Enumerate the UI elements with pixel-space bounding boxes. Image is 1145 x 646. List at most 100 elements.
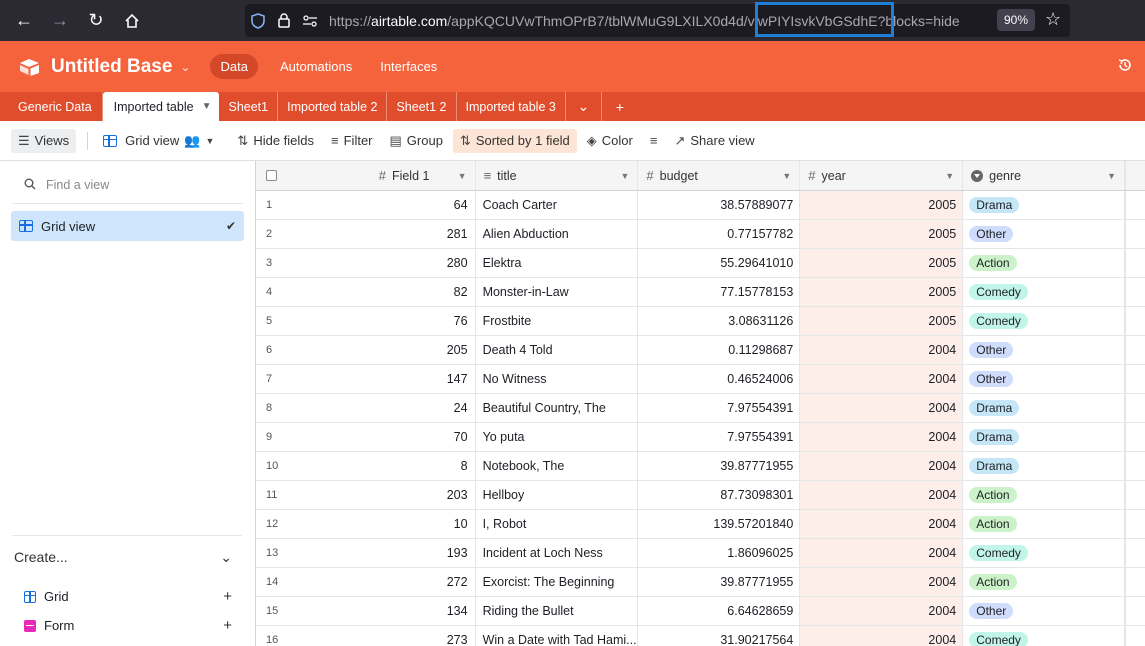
cell-partial[interactable] [1125, 539, 1145, 567]
table-row[interactable]: 13 193 Incident at Loch Ness 1.86096025 2004… [256, 539, 1145, 568]
add-table-plus-icon[interactable]: + [602, 92, 638, 121]
cell-field1[interactable]: 280 [313, 249, 476, 277]
table-tab-sheet1[interactable]: Sheet1 [219, 92, 279, 121]
filter-button[interactable]: ≡ Filter [324, 129, 379, 152]
column-header-partial[interactable] [1125, 161, 1145, 190]
table-row[interactable]: 5 76 Frostbite 3.08631126 2005 Comedy [256, 307, 1145, 336]
chevron-down-icon[interactable]: ▼ [782, 171, 791, 181]
cell-field1[interactable]: 70 [313, 423, 476, 451]
table-row[interactable]: 8 24 Beautiful Country, The 7.97554391 2004 D… [256, 394, 1145, 423]
permissions-icon[interactable] [297, 14, 323, 27]
create-section-header[interactable]: Create... ⌄ [14, 549, 232, 566]
column-header-genre[interactable]: genre ▼ [963, 161, 1126, 190]
cell-partial[interactable] [1125, 365, 1145, 393]
column-header-title[interactable]: ≡ title ▼ [475, 161, 639, 190]
chevron-down-icon[interactable]: ▼ [945, 171, 954, 181]
cell-field1[interactable]: 24 [313, 394, 476, 422]
zoom-level-badge[interactable]: 90% [997, 9, 1035, 31]
cell-title[interactable]: Riding the Bullet [476, 597, 639, 625]
group-button[interactable]: ▤ Group [383, 129, 450, 153]
table-row[interactable]: 9 70 Yo puta 7.97554391 2004 Drama [256, 423, 1145, 452]
cell-budget[interactable]: 39.87771955 [638, 452, 801, 480]
cell-year[interactable]: 2004 [800, 336, 964, 364]
table-row[interactable]: 12 10 I, Robot 139.57201840 2004 Action [256, 510, 1145, 539]
cell-budget[interactable]: 0.11298687 [638, 336, 801, 364]
cell-partial[interactable] [1125, 336, 1145, 364]
cell-field1[interactable]: 205 [313, 336, 476, 364]
cell-title[interactable]: Death 4 Told [476, 336, 639, 364]
cell-title[interactable]: No Witness [476, 365, 639, 393]
cell-title[interactable]: Coach Carter [476, 191, 639, 219]
cell-field1[interactable]: 203 [313, 481, 476, 509]
table-row[interactable]: 7 147 No Witness 0.46524006 2004 Other [256, 365, 1145, 394]
cell-field1[interactable]: 76 [313, 307, 476, 335]
cell-genre[interactable]: Comedy [963, 539, 1126, 567]
reload-icon[interactable]: ↻ [78, 0, 114, 41]
sort-button[interactable]: ⇅ Sorted by 1 field [452, 128, 577, 153]
cell-partial[interactable] [1125, 278, 1145, 306]
cell-budget[interactable]: 0.46524006 [638, 365, 801, 393]
cell-year[interactable]: 2004 [800, 423, 964, 451]
cell-genre[interactable]: Other [963, 336, 1126, 364]
table-tab-imported-table[interactable]: Imported table ▼ [102, 92, 220, 121]
cell-partial[interactable] [1125, 394, 1145, 422]
cell-partial[interactable] [1125, 510, 1145, 538]
cell-title[interactable]: Notebook, The [476, 452, 639, 480]
cell-field1[interactable]: 272 [313, 568, 476, 596]
cell-genre[interactable]: Drama [963, 452, 1126, 480]
cell-budget[interactable]: 6.64628659 [638, 597, 801, 625]
cell-partial[interactable] [1125, 249, 1145, 277]
cell-field1[interactable]: 8 [313, 452, 476, 480]
cell-partial[interactable] [1125, 220, 1145, 248]
color-button[interactable]: ◈ Color [580, 129, 640, 153]
cell-title[interactable]: Win a Date with Tad Hami... [476, 626, 639, 646]
chevron-down-icon[interactable]: ▼ [1107, 171, 1116, 181]
cell-year[interactable]: 2004 [800, 365, 964, 393]
airtable-logo-icon[interactable] [19, 58, 41, 76]
cell-field1[interactable]: 281 [313, 220, 476, 248]
cell-genre[interactable]: Action [963, 568, 1126, 596]
base-title[interactable]: Untitled Base [51, 56, 172, 78]
cell-genre[interactable]: Comedy [963, 626, 1126, 646]
bookmark-star-icon[interactable]: ☆ [1045, 9, 1061, 30]
cell-year[interactable]: 2004 [800, 510, 964, 538]
cell-genre[interactable]: Comedy [963, 278, 1126, 306]
table-row[interactable]: 4 82 Monster-in-Law 77.15778153 2005 Comedy [256, 278, 1145, 307]
table-tab-generic-data[interactable]: Generic Data [0, 92, 103, 121]
shield-icon[interactable] [245, 12, 271, 29]
history-icon[interactable] [1117, 57, 1133, 78]
cell-field1[interactable]: 134 [313, 597, 476, 625]
create-grid-view[interactable]: Grid + [24, 588, 232, 605]
cell-title[interactable]: Incident at Loch Ness [476, 539, 639, 567]
cell-budget[interactable]: 31.90217564 [638, 626, 801, 646]
cell-year[interactable]: 2005 [800, 278, 964, 306]
cell-partial[interactable] [1125, 423, 1145, 451]
table-row[interactable]: 16 273 Win a Date with Tad Hami... 31.90217… [256, 626, 1145, 646]
cell-partial[interactable] [1125, 191, 1145, 219]
chevron-down-icon[interactable]: ▼ [621, 171, 630, 181]
chevron-down-icon[interactable]: ▼ [202, 101, 212, 112]
select-all-checkbox[interactable] [266, 170, 277, 181]
cell-genre[interactable]: Other [963, 220, 1126, 248]
cell-field1[interactable]: 147 [313, 365, 476, 393]
cell-budget[interactable]: 55.29641010 [638, 249, 801, 277]
cell-title[interactable]: I, Robot [476, 510, 639, 538]
table-row[interactable]: 10 8 Notebook, The 39.87771955 2004 Drama [256, 452, 1145, 481]
hide-fields-button[interactable]: ⇅ Hide fields [230, 129, 321, 153]
cell-budget[interactable]: 0.77157782 [638, 220, 801, 248]
cell-year[interactable]: 2004 [800, 539, 964, 567]
cell-year[interactable]: 2004 [800, 481, 964, 509]
cell-genre[interactable]: Action [963, 481, 1126, 509]
table-row[interactable]: 2 281 Alien Abduction 0.77157782 2005 Other [256, 220, 1145, 249]
column-header-year[interactable]: # year ▼ [800, 161, 964, 190]
cell-genre[interactable]: Drama [963, 394, 1126, 422]
cell-year[interactable]: 2004 [800, 452, 964, 480]
cell-budget[interactable]: 7.97554391 [638, 394, 801, 422]
forward-arrow-icon[interactable]: → [42, 0, 78, 41]
cell-field1[interactable]: 273 [313, 626, 476, 646]
cell-title[interactable]: Elektra [476, 249, 639, 277]
cell-title[interactable]: Monster-in-Law [476, 278, 639, 306]
cell-genre[interactable]: Action [963, 510, 1126, 538]
cell-title[interactable]: Frostbite [476, 307, 639, 335]
plus-icon[interactable]: + [223, 588, 232, 605]
